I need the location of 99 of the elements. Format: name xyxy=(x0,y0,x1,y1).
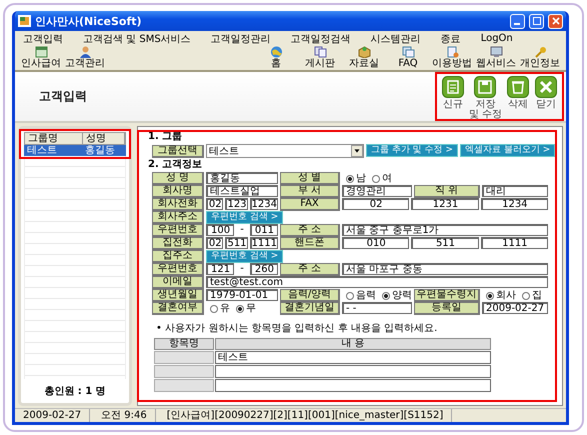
toolbar-label[interactable]: 개인정보 xyxy=(520,58,560,69)
input-field[interactable]: 02 xyxy=(206,237,224,249)
input-field[interactable]: 홍길동 xyxy=(206,172,278,184)
total-count: 총인원 : 1 명 xyxy=(43,385,107,399)
toolbar-label[interactable]: 인사급여 xyxy=(21,58,61,69)
input-field[interactable]: 테스트 xyxy=(215,351,491,364)
toolbar-label[interactable]: 홈 xyxy=(271,58,281,69)
instruction-text: • 사용자가 원하시는 항목명을 입력하신 후 내용을 입력하세요. xyxy=(155,322,438,336)
menu-item[interactable]: 고객입력 xyxy=(23,32,63,46)
input-field[interactable]: 010 xyxy=(342,237,410,249)
menu-item[interactable]: 고객일정관리 xyxy=(210,32,271,46)
toolbar-label[interactable]: 웹서비스 xyxy=(476,58,516,69)
input-field[interactable]: 121 xyxy=(206,263,234,275)
group-action-button[interactable]: 그룹 추가 및 수정 > xyxy=(366,144,458,157)
field-label: 부 서 xyxy=(280,185,340,198)
field-label: 생년월일 xyxy=(152,289,204,302)
action-button[interactable]: 신규 xyxy=(440,76,465,110)
zip-search-button[interactable]: 우편번호 검색 > xyxy=(206,211,284,224)
field-label: 성 명 xyxy=(152,172,204,185)
menu-item[interactable]: 고객일정검색 xyxy=(290,32,351,46)
group-action-button[interactable]: 엑셀자료 불러오기 > xyxy=(460,144,556,157)
field-label: 직 위 xyxy=(414,185,480,198)
field-label: 우편번호 xyxy=(152,224,204,237)
input-field[interactable]: 260 xyxy=(250,263,278,275)
radio-label: 음력 xyxy=(356,290,376,302)
action-button[interactable]: 저장 및 수정 xyxy=(468,76,502,120)
field-label: 집주소 xyxy=(152,250,204,263)
toolbar-label[interactable]: FAQ xyxy=(398,58,418,69)
input-field[interactable]: 1231 xyxy=(411,198,479,210)
field-label: 핸드폰 xyxy=(280,237,340,250)
field-label: 결혼기념일 xyxy=(280,302,340,315)
input-field[interactable]: 서울 중구 충무로1가 xyxy=(342,224,548,236)
section-heading: 1. 그룹 xyxy=(147,131,184,143)
section-heading: 2. 고객정보 xyxy=(147,159,204,171)
input-field[interactable]: 02 xyxy=(206,198,224,210)
input-field[interactable]: 123 xyxy=(225,198,248,210)
column-header: 성명 xyxy=(83,133,125,144)
toolbar-label[interactable]: 자료실 xyxy=(349,58,379,69)
input-field[interactable]: 1111 xyxy=(250,237,278,249)
input-field[interactable]: 서울 마포구 중동 xyxy=(342,263,548,275)
input-field[interactable]: 경영관리 xyxy=(342,185,412,197)
status-field: [인사급여][20090227][2][11][001][nice_master][S1152] xyxy=(158,409,452,422)
menu-item[interactable]: 고객검색 및 SMS서비스 xyxy=(83,32,191,46)
field-label: FAX xyxy=(280,198,340,211)
field-label: 주 소 xyxy=(280,263,340,276)
input-field[interactable]: 대리 xyxy=(482,185,548,197)
menu-item[interactable]: 시스템관리 xyxy=(370,32,421,46)
input-field[interactable]: 511 xyxy=(411,237,479,249)
input-field[interactable]: 테스트실업 xyxy=(206,185,278,197)
field-label: 우편물수령지 xyxy=(414,289,480,302)
field-label: 회사주소 xyxy=(152,211,204,224)
field-label: 주 소 xyxy=(280,224,340,237)
menu-item[interactable]: 종료 xyxy=(440,32,461,46)
input-field[interactable]: 100 xyxy=(206,224,234,236)
radio-label: 양력 xyxy=(392,290,412,302)
radio-label: 남 xyxy=(356,172,366,184)
radio-label: 유 xyxy=(220,302,230,314)
list-row[interactable]: 테스트 홍길동 xyxy=(24,145,126,156)
input-field[interactable]: 2009-02-27 xyxy=(482,302,548,314)
field-label: 결혼여부 xyxy=(152,302,204,315)
radio-label: 무 xyxy=(246,302,256,314)
action-button[interactable]: 삭제 xyxy=(506,76,530,110)
field-label: 회사전화 xyxy=(152,198,204,211)
menu-item[interactable]: LogOn xyxy=(480,33,513,44)
zip-search-button[interactable]: 우편번호 검색 > xyxy=(206,250,284,263)
separator-text: - xyxy=(239,224,245,237)
separator-text: - xyxy=(239,263,245,276)
field-label: 음력/양력 xyxy=(280,289,340,302)
field-label: 등록일 xyxy=(414,302,480,315)
field-label: 회사명 xyxy=(152,185,204,198)
field-label: 우편번호 xyxy=(152,263,204,276)
field-label: 집전화 xyxy=(152,237,204,250)
input-field[interactable]: - - xyxy=(342,302,412,314)
input-field[interactable]: test@test.com xyxy=(206,276,548,288)
column-header: 항목명 xyxy=(154,338,214,350)
toolbar-label[interactable]: 고객관리 xyxy=(65,58,105,69)
field-label: 성 별 xyxy=(280,172,340,185)
column-header: 그룹명 xyxy=(25,133,83,144)
input-field[interactable]: 011 xyxy=(250,224,278,236)
column-header: 내 용 xyxy=(215,338,491,350)
field-label: 그룹선택 xyxy=(152,144,204,158)
action-button[interactable]: 닫기 xyxy=(534,76,558,110)
field-label: 이메일 xyxy=(152,276,204,289)
status-field: 오전 9:46 xyxy=(93,409,156,422)
toolbar-label[interactable]: 게시판 xyxy=(305,58,335,69)
radio-label: 집 xyxy=(532,290,542,302)
input-field[interactable]: 511 xyxy=(225,237,248,249)
status-field: 2009-02-27 xyxy=(15,409,90,422)
input-field[interactable]: 1111 xyxy=(480,237,548,249)
input-field[interactable]: 1234 xyxy=(480,198,548,210)
input-field[interactable]: 02 xyxy=(342,198,410,210)
toolbar-label[interactable]: 이용방법 xyxy=(432,58,472,69)
input-field[interactable]: 1234 xyxy=(250,198,278,210)
window-title: 인사만사(NiceSoft) xyxy=(35,14,143,28)
radio-label: 여 xyxy=(382,172,392,184)
page-title: 고객입력 xyxy=(39,88,88,105)
input-field[interactable]: 1979-01-01 xyxy=(206,289,278,301)
radio-label: 회사 xyxy=(496,290,516,302)
group-dropdown[interactable]: 테스트 xyxy=(206,144,364,158)
